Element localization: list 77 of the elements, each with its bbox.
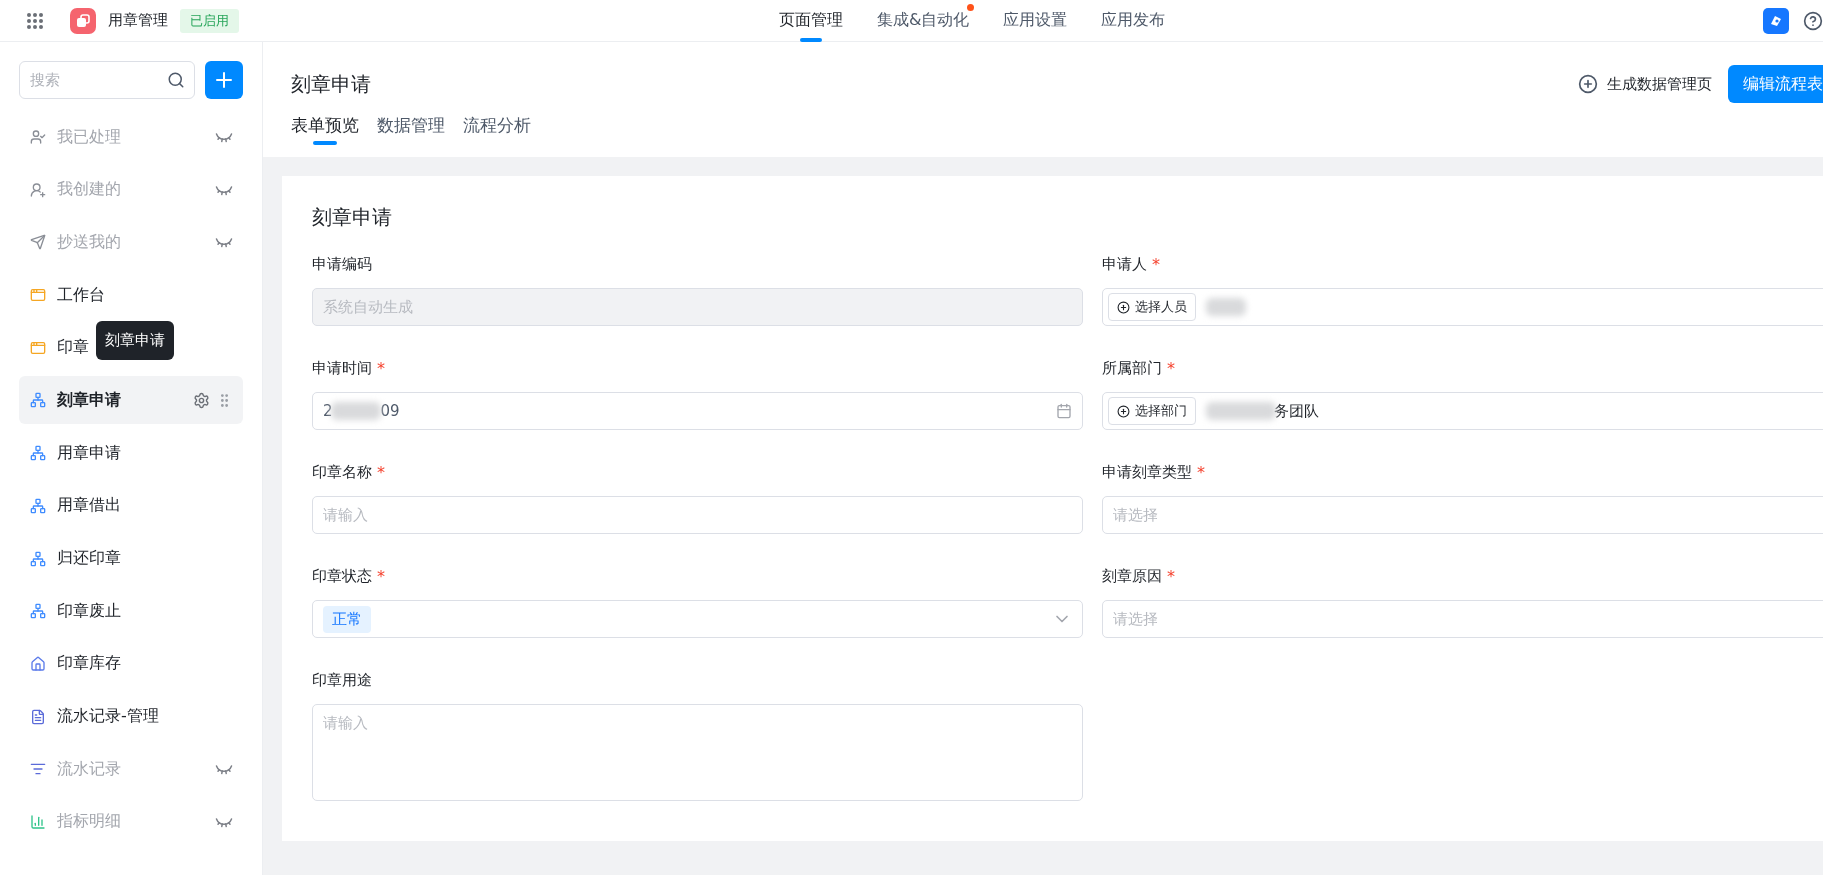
tooltip: 刻章申请 — [96, 321, 174, 360]
picker-field[interactable]: 选择部门 务团队 — [1102, 392, 1823, 430]
org-chart-icon — [30, 445, 46, 462]
input-field[interactable]: 请输入 — [312, 496, 1083, 534]
page-tab[interactable]: 表单预览 — [291, 114, 359, 147]
apps-grid-icon[interactable] — [26, 11, 44, 30]
sidebar-item[interactable]: 印章库存 — [57, 653, 121, 675]
sidebar-item[interactable]: 印章废止 — [57, 600, 121, 622]
status-tag: 正常 — [323, 605, 371, 633]
app-name: 用章管理 — [108, 11, 168, 30]
form-title: 刻章申请 — [312, 204, 393, 231]
document-icon — [30, 708, 46, 725]
date-value: 2 — [323, 402, 333, 420]
picker-field[interactable]: 选择人员 — [1102, 288, 1823, 326]
house-icon — [30, 655, 46, 672]
sidebar-item[interactable]: 流水记录-管理 — [57, 706, 159, 728]
select-placeholder: 请选择 — [1113, 505, 1158, 525]
settings-icon[interactable] — [193, 391, 210, 409]
sidebar-item[interactable]: 用章借出 — [57, 495, 121, 517]
sidebar-item[interactable]: 刻章申请 — [19, 376, 243, 425]
field-label: 印章状态 — [312, 566, 372, 587]
required-mark: * — [377, 358, 385, 378]
field-label: 申请人 — [1102, 254, 1147, 275]
window-icon — [30, 287, 46, 304]
field-label: 所属部门 — [1102, 358, 1162, 379]
plus-circle-icon — [1578, 74, 1598, 94]
select-placeholder: 请选择 — [1113, 609, 1158, 629]
field-label: 印章名称 — [312, 462, 372, 483]
field-label: 申请时间 — [312, 358, 372, 379]
required-mark: * — [1167, 566, 1175, 586]
chart-icon — [30, 813, 46, 830]
app-logo — [70, 7, 96, 34]
user-check-icon — [30, 129, 46, 145]
page-title: 刻章申请 — [291, 70, 371, 98]
required-mark: * — [1167, 358, 1175, 378]
nav-tab[interactable]: 集成&自动化 — [877, 0, 970, 42]
org-chart-icon — [30, 603, 46, 620]
window-icon — [30, 339, 46, 356]
generate-page-link[interactable]: 生成数据管理页 — [1578, 74, 1712, 94]
page-tab[interactable]: 数据管理 — [377, 114, 445, 147]
sidebar-item[interactable]: 工作台 — [57, 284, 105, 306]
nav-tab[interactable]: 应用设置 — [1003, 0, 1068, 42]
org-chart-icon — [30, 550, 46, 567]
required-mark: * — [377, 462, 385, 482]
page-tab[interactable]: 流程分析 — [463, 114, 531, 147]
nav-tab[interactable]: 应用发布 — [1101, 0, 1166, 42]
search-field[interactable]: 搜索 — [19, 61, 195, 99]
select-button[interactable]: 选择人员 — [1108, 293, 1196, 321]
date-value: 09 — [380, 402, 400, 420]
required-mark: * — [1197, 462, 1205, 482]
nav-tab[interactable]: 页面管理 — [779, 0, 843, 42]
sidebar-item[interactable]: 归还印章 — [57, 548, 121, 569]
add-button[interactable] — [205, 61, 243, 99]
required-mark: * — [1152, 254, 1160, 274]
field-label: 刻章原因 — [1102, 566, 1162, 587]
status-badge: 已启用 — [180, 8, 239, 33]
field-label: 申请编码 — [312, 254, 372, 275]
plus-circle-icon — [1117, 300, 1130, 314]
sidebar-item[interactable]: 用章申请 — [57, 442, 121, 464]
help-icon[interactable] — [1803, 10, 1823, 31]
textarea-field[interactable]: 请输入 — [312, 704, 1083, 801]
select-field[interactable]: 正常 — [312, 600, 1083, 638]
search-icon[interactable] — [167, 71, 185, 89]
department-value: 务团队 — [1274, 401, 1319, 421]
user-plus-icon — [30, 181, 46, 198]
plus-circle-icon — [1117, 404, 1130, 418]
send-icon — [30, 234, 46, 251]
field-label: 印章用途 — [312, 670, 372, 691]
required-mark: * — [377, 566, 385, 586]
date-field[interactable]: 2 09 — [312, 392, 1083, 430]
sidebar-item[interactable]: 印章 — [57, 337, 89, 359]
select-button[interactable]: 选择部门 — [1108, 397, 1196, 425]
calendar-icon[interactable] — [1056, 403, 1072, 419]
assistant-icon[interactable] — [1763, 7, 1789, 34]
org-chart-icon — [30, 392, 46, 409]
field-label: 申请刻章类型 — [1102, 462, 1192, 483]
org-chart-icon — [30, 497, 46, 514]
